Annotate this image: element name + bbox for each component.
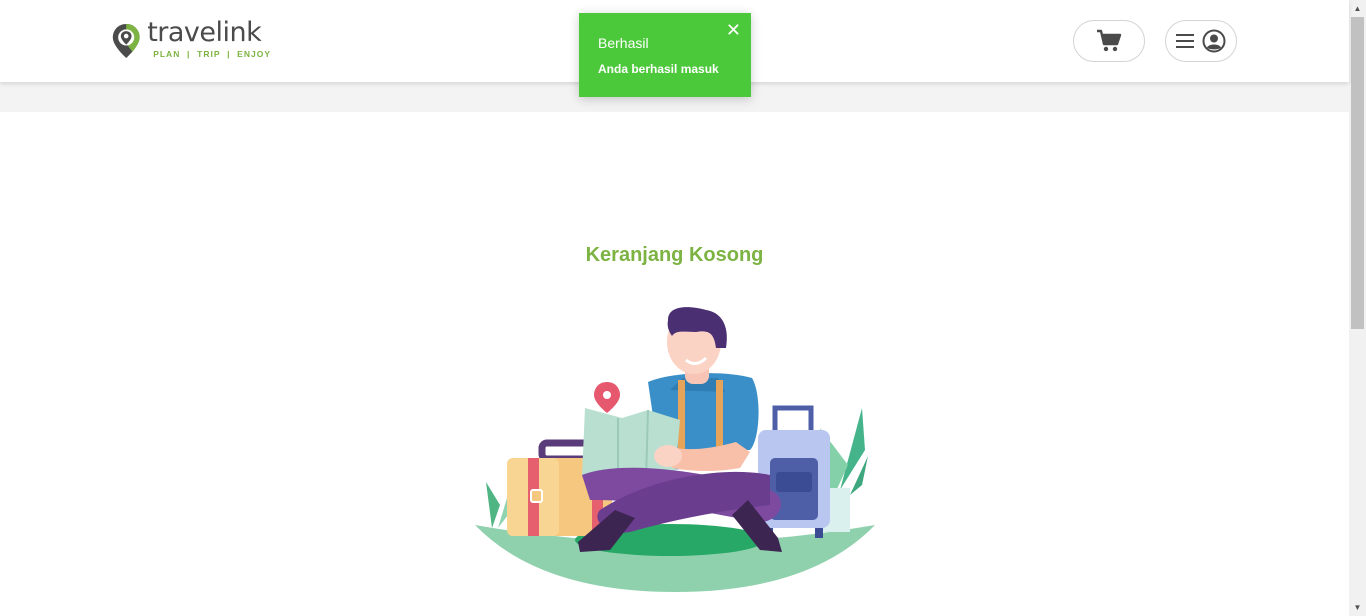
success-toast: Berhasil ✕ Anda berhasil masuk <box>579 13 751 97</box>
toast-title: Berhasil <box>598 35 649 51</box>
scroll-down-arrow-icon[interactable]: ▼ <box>1349 599 1366 616</box>
user-circle-icon <box>1202 29 1226 53</box>
hamburger-menu-icon <box>1176 34 1194 48</box>
map-pin-logo-icon <box>112 24 140 58</box>
scroll-up-arrow-icon[interactable]: ▲ <box>1349 0 1366 17</box>
shopping-cart-icon <box>1097 29 1122 52</box>
toast-close-button[interactable]: ✕ <box>726 21 741 39</box>
toast-message: Anda berhasil masuk <box>598 62 719 76</box>
empty-cart-title: Keranjang Kosong <box>585 244 764 266</box>
cart-button[interactable] <box>1073 20 1145 62</box>
page: travelink PLAN | TRIP | ENJOY Berhasil ✕… <box>0 0 1366 616</box>
traveler-illustration <box>475 307 875 592</box>
travelink-logo[interactable]: travelink PLAN | TRIP | ENJOY <box>111 17 271 62</box>
vertical-scrollbar[interactable]: ▲ ▼ <box>1349 0 1366 616</box>
scrollbar-thumb[interactable] <box>1351 17 1364 329</box>
account-menu-button[interactable] <box>1165 20 1237 62</box>
logo-tagline: PLAN | TRIP | ENJOY <box>153 49 271 59</box>
logo-wordmark: travelink <box>147 17 262 48</box>
